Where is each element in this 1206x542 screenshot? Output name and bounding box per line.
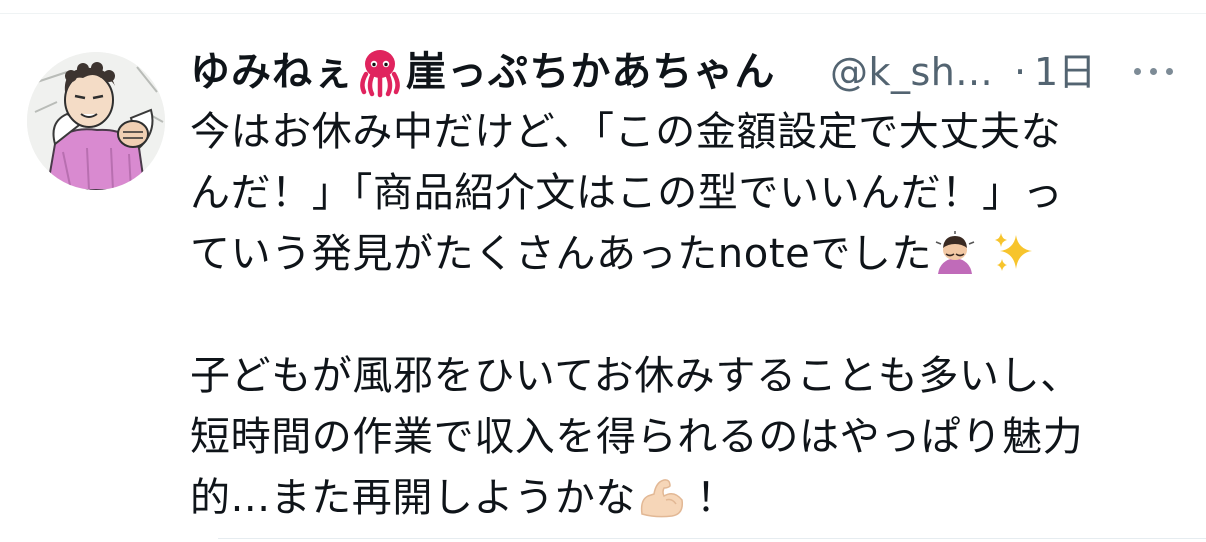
- tweet-line-text: ！: [695, 475, 737, 521]
- tweet-line-text: 短時間の作業で収入を得られるのはやっぱり魅力: [190, 414, 1084, 460]
- tweet-line-text: んだ！」「商品紹介文はこの型でいいんだ！」っ: [190, 170, 1064, 216]
- tweet-line: 今はお休み中だけど、「この金額設定で大丈夫な: [190, 102, 1190, 163]
- tweet-line-text: 子どもが風邪をひいてお休みすることも多いし、: [190, 353, 1081, 399]
- display-name-prefix: ゆみねぇ: [190, 49, 354, 95]
- more-dot: [1150, 68, 1157, 75]
- person-bowing-icon: [935, 231, 975, 274]
- tweet-line-text: ていう発見がたくさんあったnoteでした: [190, 231, 933, 277]
- tweet-timestamp[interactable]: 1日: [1034, 44, 1096, 100]
- separator-dot: ·: [1014, 50, 1027, 94]
- bottom-divider: [218, 538, 1206, 539]
- tweet-line: 子どもが風邪をひいてお休みすることも多いし、: [190, 346, 1190, 407]
- display-name[interactable]: ゆみねぇ 崖っぷちかあちゃん: [190, 44, 775, 100]
- avatar-illustration: [27, 52, 165, 190]
- more-dot: [1134, 68, 1141, 75]
- paragraph-break: [190, 285, 1190, 346]
- flexed-biceps-icon: [640, 479, 683, 518]
- octopus-icon: [360, 50, 400, 98]
- tweet-text: 今はお休み中だけど、「この金額設定で大丈夫な んだ！」「商品紹介文はこの型でいい…: [190, 102, 1190, 529]
- tweet-line-text: 的...また再開しようかな: [190, 475, 636, 521]
- user-handle[interactable]: @k_sh...: [830, 44, 993, 100]
- tweet-header: ゆみねぇ 崖っぷちかあちゃん @k_sh... · 1日: [190, 38, 1190, 102]
- tweet-line: 的...また再開しようかな ！: [190, 468, 1190, 529]
- more-dot: [1166, 68, 1173, 75]
- top-divider: [0, 13, 1206, 14]
- tweet-line: んだ！」「商品紹介文はこの型でいいんだ！」っ: [190, 163, 1190, 224]
- tweet-line: ていう発見がたくさんあったnoteでした: [190, 224, 1190, 285]
- more-options-icon[interactable]: [1130, 60, 1178, 84]
- tweet-line: 短時間の作業で収入を得られるのはやっぱり魅力: [190, 407, 1190, 468]
- avatar[interactable]: [27, 52, 165, 190]
- tweet-line-text: 今はお休み中だけど、「この金額設定で大丈夫な: [190, 109, 1062, 155]
- display-name-suffix: 崖っぷちかあちゃん: [406, 49, 776, 95]
- sparkles-icon: [995, 233, 1033, 271]
